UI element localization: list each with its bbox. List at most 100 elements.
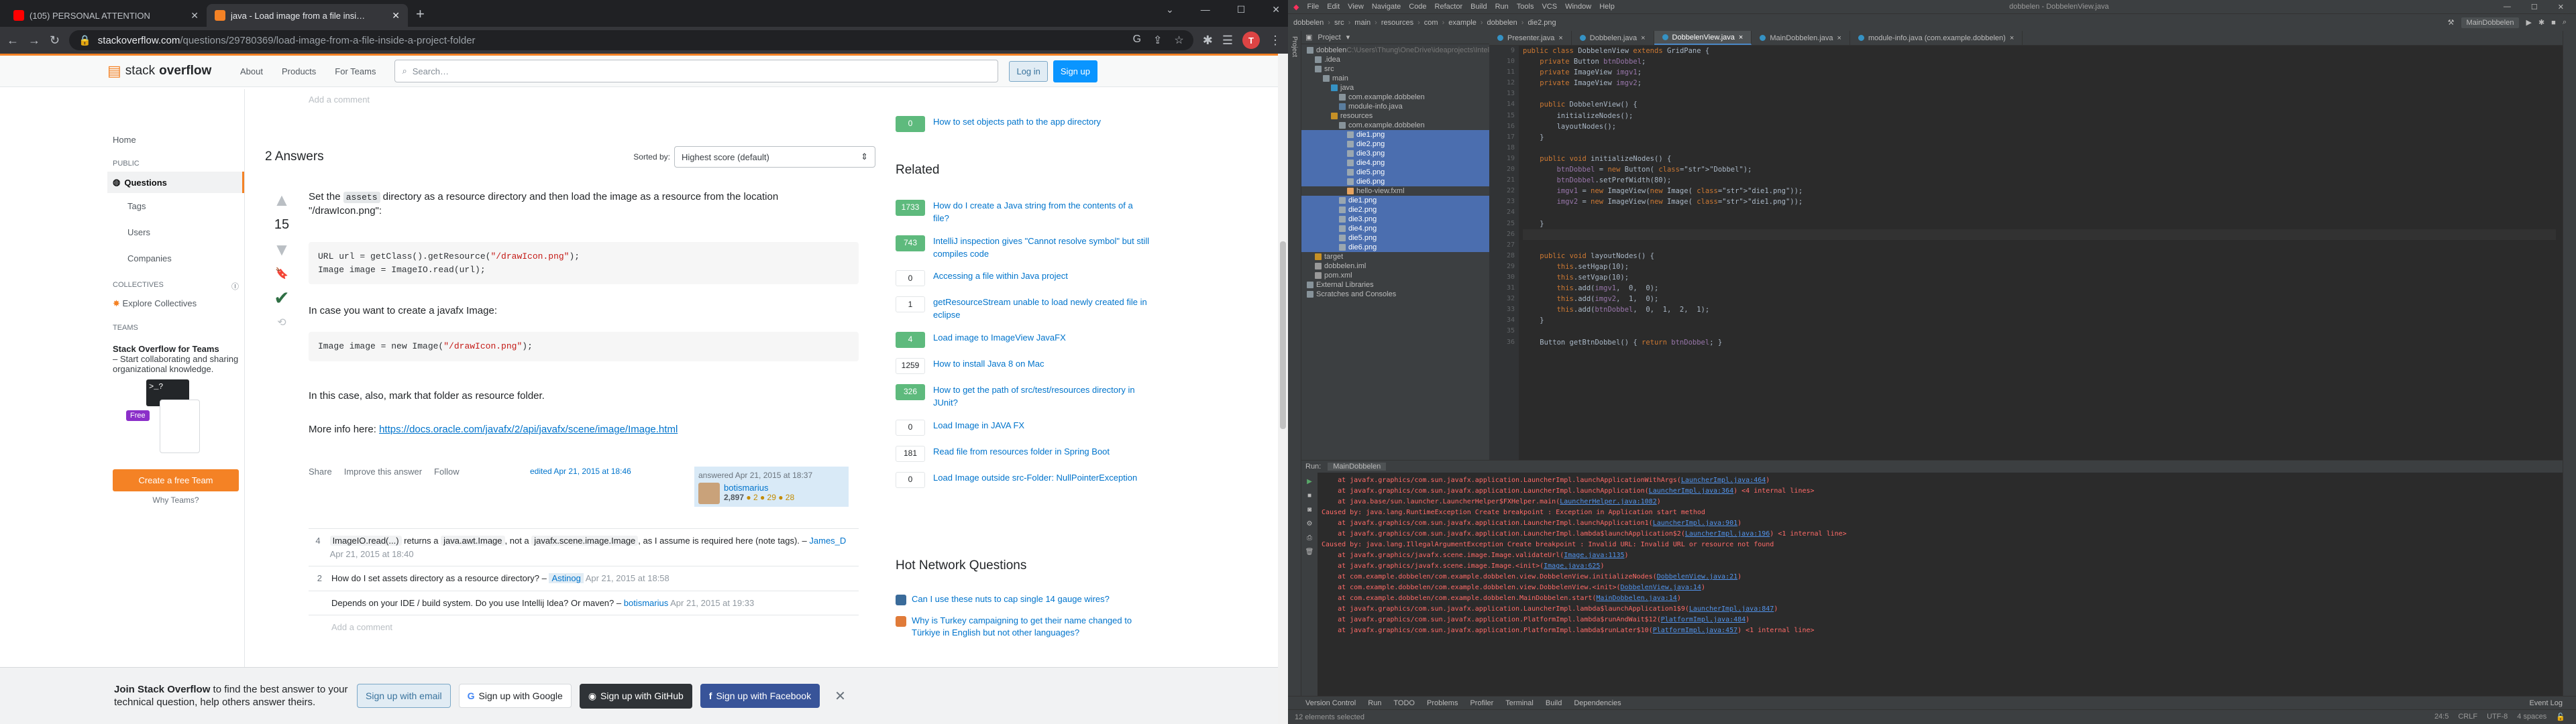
hnq-title[interactable]: Why is Turkey campaigning to get their n… — [912, 615, 1150, 639]
editor-tab[interactable]: Presenter.java × — [1489, 31, 1572, 45]
event-log-tab[interactable]: Event Log — [2529, 699, 2563, 707]
tool-tab-dependencies[interactable]: Dependencies — [1574, 699, 1621, 707]
doc-link[interactable]: https://docs.oracle.com/javafx/2/api/jav… — [379, 424, 678, 435]
related-question[interactable]: 326 How to get the path of src/test/resou… — [896, 384, 1150, 410]
tool-tab-profiler[interactable]: Profiler — [1470, 699, 1493, 707]
run-config-select[interactable]: MainDobbelen — [2461, 17, 2520, 28]
settings-icon[interactable]: ⚙ — [1307, 520, 1313, 528]
tree-node[interactable]: die5.png — [1301, 233, 1489, 243]
signup-google-button[interactable]: G Sign up with Google — [458, 684, 572, 708]
question-link[interactable]: Load image to ImageView JavaFX — [933, 332, 1066, 348]
chevron-down-icon[interactable]: ⌄ — [1166, 4, 1174, 15]
search-icon[interactable]: ⌕ — [2563, 18, 2567, 27]
comment-time[interactable]: Apr 21, 2015 at 18:58 — [586, 573, 669, 583]
tree-node[interactable]: src — [1301, 64, 1489, 74]
edited-info[interactable]: edited Apr 21, 2015 at 18:46 — [530, 467, 631, 476]
print-icon[interactable]: ⎙ — [1307, 534, 1312, 542]
tree-node[interactable]: dobbelen C:\Users\Thung\OneDrive\ideapro… — [1301, 46, 1489, 55]
close-icon[interactable]: × — [1558, 34, 1562, 42]
page-scrollbar[interactable] — [1278, 54, 1288, 724]
comment-author[interactable]: Astinog — [549, 573, 584, 583]
browser-tab-1[interactable]: java - Load image from a file insi… ✕ — [207, 4, 408, 27]
tool-tab-run[interactable]: Run — [1368, 699, 1381, 707]
breadcrumb-item[interactable]: main — [1354, 19, 1371, 27]
tree-node[interactable]: die3.png — [1301, 215, 1489, 224]
tree-node[interactable]: java — [1301, 83, 1489, 93]
tool-tab-version-control[interactable]: Version Control — [1305, 699, 1356, 707]
question-link[interactable]: How to set objects path to the app direc… — [933, 116, 1101, 132]
browser-tab-0[interactable]: (105) PERSONAL ATTENTION ✕ — [5, 4, 207, 27]
minimize-icon[interactable]: — — [1201, 4, 1210, 15]
tree-node[interactable]: die6.png — [1301, 243, 1489, 252]
login-button[interactable]: Log in — [1009, 60, 1048, 82]
follow-link[interactable]: Follow — [434, 467, 460, 477]
signup-email-button[interactable]: Sign up with email — [357, 684, 451, 708]
rerun-icon[interactable]: ▶ — [1307, 478, 1312, 485]
close-icon[interactable]: ✕ — [2558, 3, 2564, 11]
menu-item-run[interactable]: Run — [1495, 3, 1509, 11]
add-comment-link-2[interactable]: Add a comment — [309, 615, 859, 640]
hnq-item[interactable]: Why is Turkey campaigning to get their n… — [896, 615, 1150, 639]
lock-icon[interactable]: 🔓 — [2556, 713, 2565, 721]
maximize-icon[interactable]: ☐ — [2531, 3, 2538, 11]
related-question[interactable]: 1733 How do I create a Java string from t… — [896, 200, 1150, 225]
comment-author[interactable]: botismarius — [624, 598, 668, 608]
tree-node[interactable]: die4.png — [1301, 158, 1489, 168]
menu-item-build[interactable]: Build — [1470, 3, 1487, 11]
tree-node[interactable]: die6.png — [1301, 177, 1489, 186]
breadcrumb-item[interactable]: resources — [1381, 19, 1413, 27]
close-icon[interactable]: ✕ — [1272, 4, 1280, 15]
run-icon[interactable]: ▶ — [2526, 18, 2531, 27]
comment-author[interactable]: James_D — [809, 536, 846, 546]
share-icon[interactable]: ⇪ — [1153, 34, 1162, 47]
menu-item-edit[interactable]: Edit — [1327, 3, 1340, 11]
menu-item-file[interactable]: File — [1307, 3, 1319, 11]
related-question[interactable]: 743 IntelliJ inspection gives "Cannot res… — [896, 235, 1150, 261]
tree-node[interactable]: main — [1301, 74, 1489, 83]
debug-icon[interactable]: ✱ — [2538, 18, 2544, 27]
reload-icon[interactable]: ↻ — [50, 34, 60, 48]
editor-tab[interactable]: Dobbelen.java × — [1572, 31, 1654, 45]
star-icon[interactable]: ☆ — [1174, 34, 1183, 47]
tool-tab-todo[interactable]: TODO — [1393, 699, 1415, 707]
downvote-icon[interactable]: ▼ — [273, 239, 290, 260]
breadcrumb-item[interactable]: example — [1448, 19, 1477, 27]
breadcrumb-item[interactable]: dobbelen — [1293, 19, 1324, 27]
bookmark-icon[interactable]: 🔖 — [275, 267, 288, 280]
nav-home[interactable]: Home — [107, 129, 244, 150]
close-icon[interactable]: ✕ — [392, 10, 400, 21]
back-icon[interactable]: ← — [7, 34, 19, 48]
tree-node[interactable]: target — [1301, 252, 1489, 261]
breadcrumb-item[interactable]: com — [1424, 19, 1438, 27]
why-teams-link[interactable]: Why Teams? — [107, 495, 244, 505]
question-link[interactable]: Accessing a file within Java project — [933, 270, 1068, 286]
close-icon[interactable]: × — [1837, 34, 1841, 42]
menu-item-tools[interactable]: Tools — [1517, 3, 1534, 11]
address-bar[interactable]: 🔒 stackoverflow.com/questions/29780369/l… — [69, 30, 1193, 50]
new-tab-icon[interactable]: + — [416, 5, 425, 23]
signup-github-button[interactable]: ◉ Sign up with GitHub — [579, 683, 692, 709]
hammer-icon[interactable]: ⚒ — [2448, 18, 2455, 27]
camera-icon[interactable]: ◙ — [1307, 506, 1311, 514]
tree-node[interactable]: com.example.dobbelen — [1301, 93, 1489, 102]
console-output[interactable]: at javafx.graphics/com.sun.javafx.applic… — [1322, 475, 2556, 636]
nav-explore-collectives[interactable]: ✸ Explore Collectives — [107, 293, 244, 314]
tool-tab-problems[interactable]: Problems — [1427, 699, 1458, 707]
tool-tab-terminal[interactable]: Terminal — [1505, 699, 1534, 707]
menu-item-vcs[interactable]: VCS — [1542, 3, 1557, 11]
tree-node[interactable]: .idea — [1301, 55, 1489, 64]
close-icon[interactable]: ✕ — [835, 688, 846, 705]
search-input[interactable]: ⌕ Search… — [394, 60, 999, 82]
close-icon[interactable]: × — [1739, 34, 1743, 42]
info-icon[interactable]: ⓘ — [231, 281, 239, 292]
code-area[interactable]: public class DobbelenView extends GridPa… — [1523, 46, 2556, 348]
status-item[interactable]: CRLF — [2458, 713, 2477, 721]
question-link[interactable]: Load Image in JAVA FX — [933, 420, 1024, 436]
tree-node[interactable]: die1.png — [1301, 196, 1489, 205]
maximize-icon[interactable]: ☐ — [1237, 4, 1246, 15]
tree-node[interactable]: com.example.dobbelen — [1301, 121, 1489, 130]
related-question[interactable]: 1 getResourceStream unable to load newly … — [896, 296, 1150, 322]
scroll-thumb[interactable] — [1280, 241, 1286, 429]
related-question[interactable]: 0 Accessing a file within Java project — [896, 270, 1150, 287]
upvote-icon[interactable]: ▲ — [273, 190, 290, 210]
